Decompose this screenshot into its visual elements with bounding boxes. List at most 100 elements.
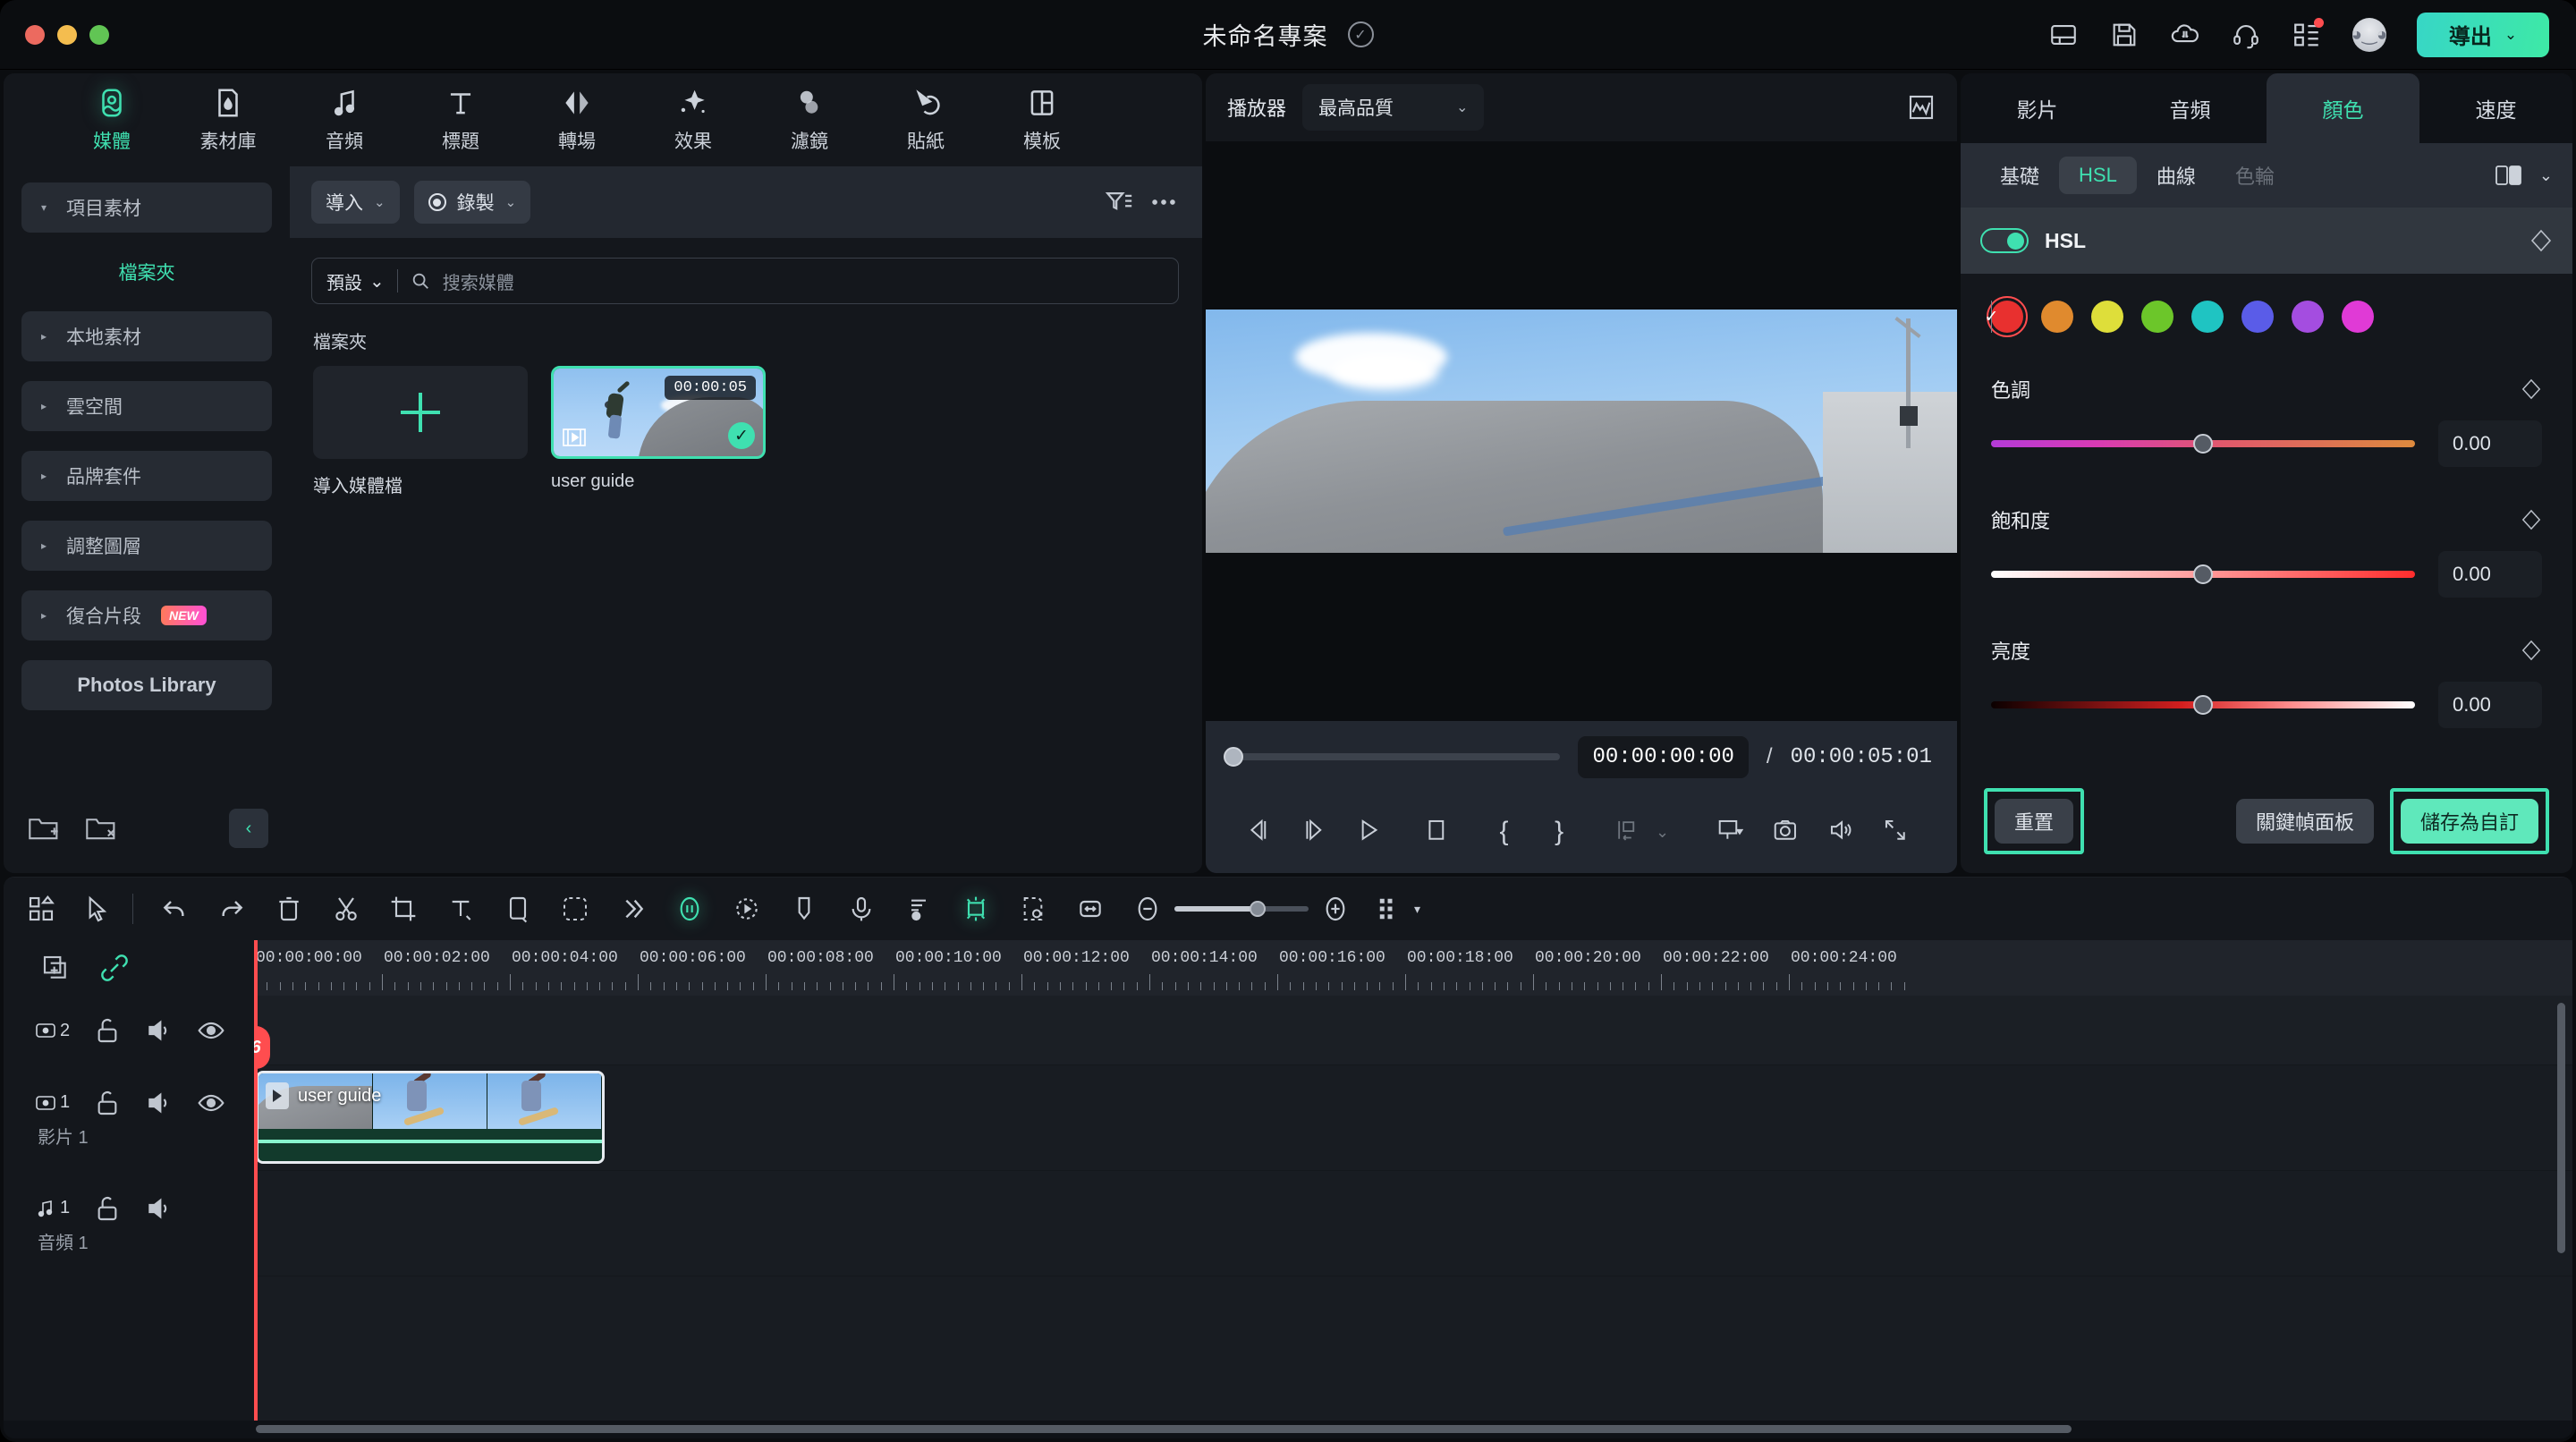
avatar[interactable]: ◕‿◕ <box>2351 17 2387 52</box>
swatch-blue[interactable] <box>2241 301 2274 333</box>
cloud-upload-icon[interactable] <box>2170 20 2200 50</box>
speaker-icon[interactable] <box>145 1089 174 1117</box>
tab-stock-library[interactable]: 素材庫 <box>170 86 286 154</box>
keyframe-diamond-icon[interactable] <box>2529 229 2553 252</box>
save-icon[interactable] <box>2109 20 2140 50</box>
timeline-lane-video-1[interactable]: user guide <box>254 1065 2572 1171</box>
hsl-toggle[interactable] <box>1980 228 2029 253</box>
timeline-horizontal-scrollbar[interactable] <box>256 1425 2072 1433</box>
grid-elements-icon[interactable] <box>27 895 55 923</box>
subtab-hsl[interactable]: HSL <box>2059 157 2137 194</box>
hue-slider[interactable] <box>1991 434 2415 454</box>
zoom-in-icon[interactable] <box>1321 895 1350 923</box>
mark-out-icon[interactable]: } <box>1546 817 1572 847</box>
sidebar-item-brand-kit[interactable]: ▸ 品牌套件 <box>21 451 272 501</box>
chevron-down-icon[interactable]: ▾ <box>1414 902 1420 917</box>
timeline-clip-user-guide[interactable]: user guide <box>256 1071 605 1164</box>
tab-video[interactable]: 影片 <box>1961 73 2114 143</box>
unlock-icon[interactable] <box>93 1016 122 1045</box>
sidebar-item-compound-clip[interactable]: ▸ 復合片段 NEW <box>21 590 272 640</box>
timeline-lane-video-2[interactable] <box>254 996 2572 1065</box>
layout-icon[interactable] <box>2048 20 2079 50</box>
snapshot-camera-icon[interactable] <box>1772 817 1799 847</box>
search-input[interactable]: 搜索媒體 <box>443 268 514 294</box>
speaker-icon[interactable] <box>145 1194 174 1223</box>
search-bar[interactable]: 預設 ⌄ 搜索媒體 <box>311 258 1179 304</box>
tab-speed[interactable]: 速度 <box>2419 73 2572 143</box>
saturation-slider[interactable] <box>1991 564 2415 584</box>
tab-filter[interactable]: 濾鏡 <box>751 86 868 154</box>
sidebar-item-photos-library[interactable]: Photos Library <box>21 660 272 710</box>
keying-icon[interactable] <box>561 895 589 923</box>
chevron-down-icon[interactable]: ⌄ <box>2539 166 2553 185</box>
tab-effects[interactable]: 效果 <box>635 86 751 154</box>
preview-stage[interactable] <box>1206 141 1957 721</box>
volume-icon[interactable] <box>1827 817 1854 847</box>
zoom-out-icon[interactable] <box>1133 895 1162 923</box>
swatch-green[interactable] <box>2141 301 2174 333</box>
add-track-icon[interactable] <box>41 954 70 982</box>
more-chevrons-icon[interactable] <box>618 895 647 923</box>
sidebar-item-cloud[interactable]: ▸ 雲空間 <box>21 381 272 431</box>
fullscreen-icon[interactable] <box>1882 817 1909 847</box>
close-window-button[interactable] <box>25 24 45 45</box>
text-icon[interactable] <box>446 895 475 923</box>
subtab-color-wheels[interactable]: 色輪 <box>2216 154 2294 197</box>
keyframe-diamond-icon[interactable] <box>2521 640 2542 661</box>
clip-play-icon[interactable] <box>266 1082 289 1109</box>
green-screen-icon[interactable] <box>1019 895 1047 923</box>
unlock-icon[interactable] <box>93 1089 122 1117</box>
stop-icon[interactable] <box>1423 817 1450 847</box>
slider-handle[interactable] <box>2193 695 2213 715</box>
tab-template[interactable]: 模板 <box>984 86 1100 154</box>
sidebar-item-folder[interactable]: 檔案夾 <box>21 252 272 292</box>
swatch-purple[interactable] <box>2292 301 2324 333</box>
media-thumbnail[interactable]: 00:00:05 ✓ <box>551 366 766 459</box>
tab-audio[interactable]: 音頻 <box>286 86 402 154</box>
redo-icon[interactable] <box>217 895 246 923</box>
compare-view-icon[interactable] <box>2495 164 2523 187</box>
chevron-down-icon[interactable]: ⌄ <box>1649 817 1676 847</box>
minimize-window-button[interactable] <box>57 24 77 45</box>
mark-in-icon[interactable]: { <box>1491 817 1518 847</box>
slider-handle[interactable] <box>2193 434 2213 454</box>
save-as-custom-button[interactable]: 儲存為自訂 <box>2400 799 2538 844</box>
quality-dropdown[interactable]: 最高品質 ⌄ <box>1302 84 1485 131</box>
tab-color[interactable]: 顏色 <box>2267 73 2419 143</box>
add-to-timeline-icon[interactable] <box>1614 817 1640 847</box>
swatch-orange[interactable] <box>2041 301 2073 333</box>
maximize-window-button[interactable] <box>89 24 109 45</box>
eye-icon[interactable] <box>197 1016 225 1045</box>
crop-icon[interactable] <box>389 895 418 923</box>
delete-icon[interactable] <box>275 895 303 923</box>
auto-reframe-icon[interactable] <box>962 895 990 923</box>
chevron-down-icon[interactable]: ⌄ <box>2504 26 2517 44</box>
subtab-basic[interactable]: 基礎 <box>1980 154 2059 197</box>
motion-tracking-icon[interactable] <box>733 895 761 923</box>
marker-icon[interactable] <box>790 895 818 923</box>
track-grid-icon[interactable] <box>1377 895 1403 922</box>
prev-frame-icon[interactable] <box>1245 817 1272 847</box>
play-icon[interactable] <box>1355 817 1382 847</box>
seek-slider[interactable] <box>1224 747 1561 767</box>
swatch-yellow[interactable] <box>2091 301 2123 333</box>
swatch-red[interactable]: ✓ <box>1985 296 2028 337</box>
tab-sticker[interactable]: 貼紙 <box>868 86 984 154</box>
speaker-icon[interactable] <box>145 1016 174 1045</box>
apps-grid-icon[interactable] <box>2292 17 2324 50</box>
display-mode-icon[interactable] <box>1716 817 1744 847</box>
zoom-slider[interactable] <box>1174 901 1309 917</box>
chevron-down-icon[interactable]: ⌄ <box>374 194 386 210</box>
filter-sort-icon[interactable] <box>1104 187 1134 217</box>
keyframe-diamond-icon[interactable] <box>2521 378 2542 400</box>
saturation-value[interactable]: 0.00 <box>2438 551 2542 598</box>
select-tool-icon[interactable] <box>84 895 113 923</box>
scopes-icon[interactable] <box>1907 93 1936 122</box>
sidebar-item-local-media[interactable]: ▸ 本地素材 <box>21 311 272 361</box>
fit-timeline-icon[interactable] <box>1076 895 1105 923</box>
tab-title[interactable]: 標題 <box>402 86 519 154</box>
swatch-magenta[interactable] <box>2342 301 2374 333</box>
record-button[interactable]: 錄製 ⌄ <box>413 181 531 224</box>
timeline-lane-audio-1[interactable] <box>254 1171 2572 1277</box>
headset-support-icon[interactable] <box>2231 20 2261 50</box>
